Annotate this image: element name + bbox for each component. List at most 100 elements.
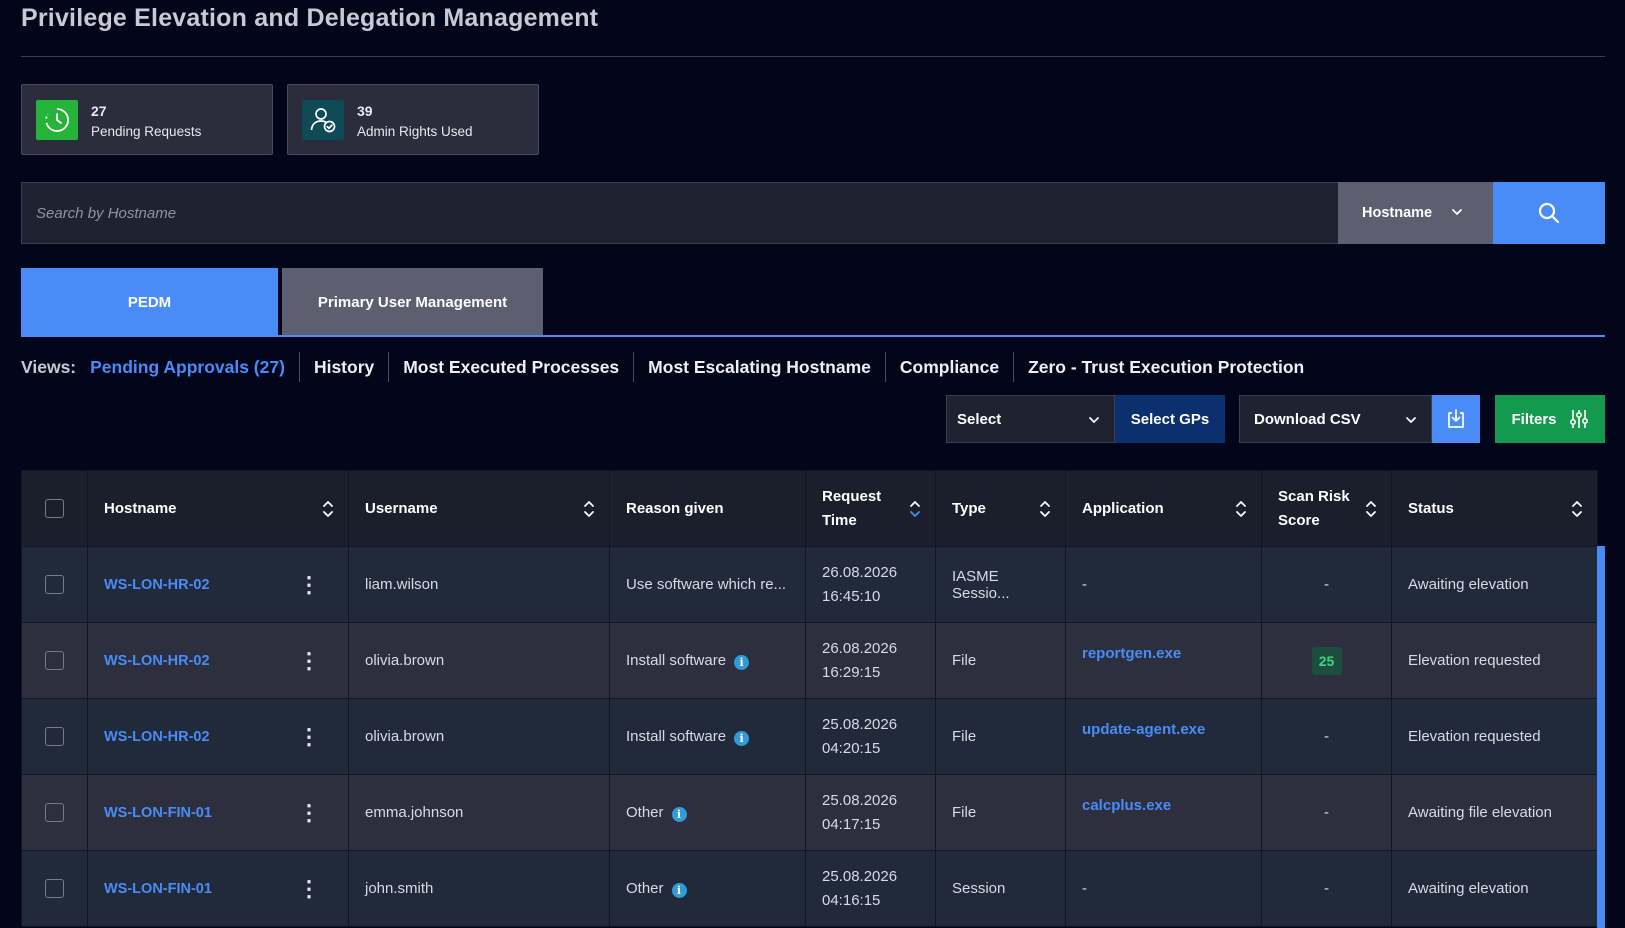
view-most-escalating-hostname[interactable]: Most Escalating Hostname (633, 352, 885, 382)
kebab-menu-icon[interactable]: ⋮ (298, 725, 320, 747)
column-hostname[interactable]: Hostname (87, 470, 349, 547)
download-button[interactable] (1432, 395, 1480, 443)
type-cell: File (935, 774, 1066, 851)
type-cell: IASME Sessio... (935, 546, 1066, 623)
view-compliance[interactable]: Compliance (884, 352, 1013, 382)
request-time: 04:16:15 (822, 891, 881, 909)
tab-primary-user-management[interactable]: Primary User Management (282, 268, 543, 337)
stat-card-admin-rights[interactable]: 39 Admin Rights Used (287, 84, 539, 155)
status-cell: Elevation requested (1391, 698, 1598, 775)
stat-card-pending[interactable]: 27 Pending Requests (21, 84, 273, 155)
column-label: Type (952, 499, 986, 517)
column-label: Username (365, 499, 438, 517)
reason-cell: Other i (609, 774, 806, 851)
risk-score-badge: 25 (1311, 646, 1342, 675)
info-icon[interactable]: i (734, 730, 750, 746)
kebab-menu-icon[interactable]: ⋮ (298, 801, 320, 823)
application-link[interactable]: calcplus.exe (1082, 797, 1245, 814)
view-zero-trust-execution-protection[interactable]: Zero - Trust Execution Protection (1013, 352, 1318, 382)
kebab-menu-icon[interactable]: ⋮ (298, 573, 320, 595)
clock-icon (36, 100, 78, 140)
user-shield-icon (302, 100, 344, 140)
request-time-cell: 26.08.2026 16:29:15 (805, 622, 936, 699)
request-date: 25.08.2026 (822, 715, 898, 733)
search-field-select[interactable]: Hostname (1338, 182, 1493, 244)
column-label: Scan Risk Score (1278, 487, 1350, 529)
filters-label: Filters (1511, 410, 1557, 428)
reason-text: Other (626, 803, 664, 821)
application-cell: calcplus.exe (1065, 774, 1262, 851)
request-date: 25.08.2026 (822, 791, 898, 809)
row-checkbox[interactable] (45, 575, 64, 594)
application-cell: reportgen.exe (1065, 622, 1262, 699)
column-request-time[interactable]: Request Time (805, 470, 936, 547)
select-label: Select (957, 410, 1002, 428)
status-cell: Awaiting file elevation (1391, 774, 1598, 851)
column-label: Application (1082, 499, 1164, 517)
hostname-link[interactable]: WS-LON-HR-02 (104, 577, 210, 593)
hostname-cell: WS-LON-HR-02 ⋮ (87, 622, 349, 699)
type-cell: File (935, 622, 1066, 699)
search-input[interactable] (22, 183, 1338, 243)
row-select-cell (21, 622, 88, 699)
select-dropdown[interactable]: Select (946, 395, 1115, 443)
hostname-link[interactable]: WS-LON-FIN-01 (104, 805, 212, 821)
status-cell: Awaiting elevation (1391, 546, 1598, 623)
sliders-icon (1569, 410, 1588, 428)
view-most-executed-processes[interactable]: Most Executed Processes (388, 352, 633, 382)
select-all-checkbox[interactable] (45, 499, 64, 519)
sort-icon (323, 501, 333, 517)
reason-cell: Install software i (609, 622, 806, 699)
table-row[interactable]: WS-LON-HR-02 ⋮ olivia.brown Install softw… (21, 622, 1598, 699)
stat-label: Pending Requests (91, 124, 202, 139)
username-cell: olivia.brown (348, 622, 610, 699)
filters-button[interactable]: Filters (1495, 395, 1605, 443)
row-select-cell (21, 698, 88, 775)
sort-desc-icon (910, 501, 920, 517)
select-all-cell (21, 470, 88, 547)
column-label: Request Time (822, 487, 882, 529)
row-checkbox[interactable] (45, 727, 64, 746)
column-username[interactable]: Username (348, 470, 610, 547)
request-time-cell: 25.08.2026 04:16:15 (805, 850, 936, 927)
column-type[interactable]: Type (935, 470, 1066, 547)
hostname-link[interactable]: WS-LON-HR-02 (104, 653, 210, 669)
tab-pedm[interactable]: PEDM (21, 268, 278, 337)
view-history[interactable]: History (298, 352, 388, 382)
column-application[interactable]: Application (1065, 470, 1262, 547)
reason-text: Use software which re... (626, 576, 787, 593)
application-link[interactable]: update-agent.exe (1082, 721, 1245, 738)
table-row[interactable]: WS-LON-HR-02 ⋮ liam.wilson Use software w… (21, 546, 1598, 623)
row-checkbox[interactable] (45, 879, 64, 898)
view-pending-approvals[interactable]: Pending Approvals (27) (90, 352, 299, 382)
table-row[interactable]: WS-LON-FIN-01 ⋮ emma.johnson Other i 25.08… (21, 774, 1598, 851)
row-checkbox[interactable] (45, 803, 64, 822)
kebab-menu-icon[interactable]: ⋮ (298, 649, 320, 671)
column-scan-risk-score[interactable]: Scan Risk Score (1261, 470, 1392, 547)
select-gps-button[interactable]: Select GPs (1115, 395, 1225, 443)
hostname-link[interactable]: WS-LON-HR-02 (104, 729, 210, 745)
hostname-link[interactable]: WS-LON-FIN-01 (104, 881, 212, 897)
table-row[interactable]: WS-LON-FIN-01 ⋮ john.smith Other i 25.08.2… (21, 850, 1598, 927)
page-title: Privilege Elevation and Delegation Manag… (21, 4, 599, 32)
kebab-menu-icon[interactable]: ⋮ (298, 877, 320, 899)
request-time-cell: 25.08.2026 04:17:15 (805, 774, 936, 851)
sort-icon (1572, 501, 1582, 517)
info-icon[interactable]: i (671, 882, 687, 898)
row-checkbox[interactable] (45, 651, 64, 670)
hostname-cell: WS-LON-FIN-01 ⋮ (87, 850, 349, 927)
application-cell: - (1065, 850, 1262, 927)
table-scrollbar[interactable] (1597, 546, 1605, 928)
application-link[interactable]: reportgen.exe (1082, 645, 1245, 662)
info-icon[interactable]: i (734, 654, 750, 670)
column-status[interactable]: Status (1391, 470, 1598, 547)
application-cell: update-agent.exe (1065, 698, 1262, 775)
info-icon[interactable]: i (671, 806, 687, 822)
table-row[interactable]: WS-LON-HR-02 ⋮ olivia.brown Install softw… (21, 698, 1598, 775)
status-cell: Awaiting elevation (1391, 850, 1598, 927)
request-date: 26.08.2026 (822, 563, 898, 581)
row-select-cell (21, 546, 88, 623)
search-button[interactable] (1493, 182, 1605, 244)
download-format-select[interactable]: Download CSV (1239, 395, 1432, 443)
sort-icon (1366, 501, 1376, 517)
